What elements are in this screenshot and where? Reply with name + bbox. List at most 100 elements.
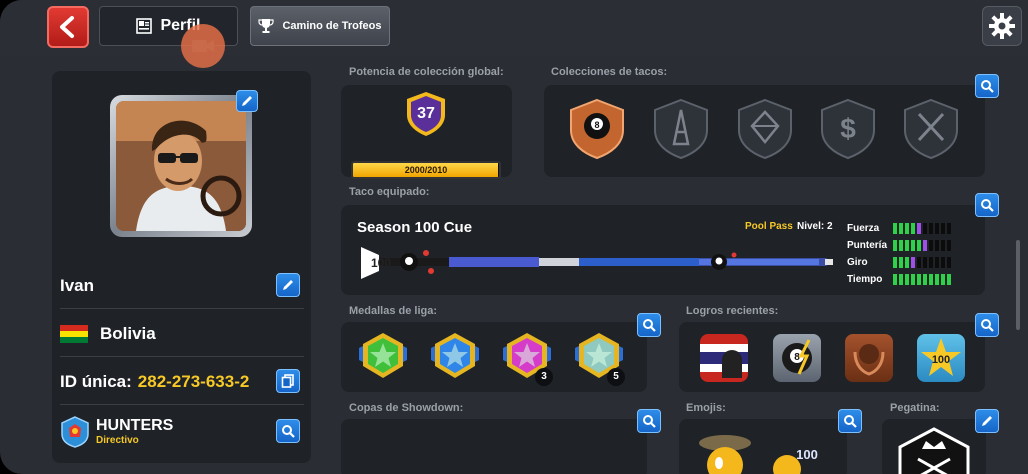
cue-collections-label: Colecciones de tacos: (551, 66, 668, 78)
back-button[interactable] (47, 6, 89, 48)
emojis-search-button[interactable] (838, 409, 862, 433)
cue-image: 100 (361, 247, 833, 279)
cue-stat-label: Giro (847, 257, 868, 268)
copy-icon (281, 374, 294, 388)
cue-stat-segment (923, 240, 927, 251)
profile-screen: Perfil Camino de Trofeos Ivan Bolivia ID… (0, 0, 1028, 474)
collection-power-label: Potencia de colección global: (349, 66, 504, 78)
showdown-card (341, 419, 647, 474)
cue-stat-segment (905, 223, 909, 234)
chevron-left-icon (60, 16, 74, 38)
search-icon (643, 415, 656, 428)
eiffel-shield-icon[interactable] (652, 98, 710, 160)
cue-stat-segment (917, 223, 921, 234)
avatar-frame (110, 95, 252, 237)
edit-name-button[interactable] (276, 273, 300, 297)
svg-text:8: 8 (594, 120, 599, 130)
cue-stat-segment (893, 274, 897, 285)
showdown-label: Copas de Showdown: (349, 402, 464, 414)
showdown-search-button[interactable] (637, 409, 661, 433)
club-row: HUNTERS Directivo (60, 407, 304, 457)
thailand-achievement-icon[interactable] (700, 334, 748, 382)
search-icon (844, 415, 857, 428)
cue-stat-bars (893, 223, 951, 234)
scrollbar[interactable] (1016, 240, 1020, 330)
bolivia-flag-icon (60, 324, 88, 343)
cue-stat-segment (941, 274, 945, 285)
league-medal-icon[interactable] (357, 330, 409, 382)
recent-achievements-search-button[interactable] (975, 313, 999, 337)
cue-stat-segment (905, 257, 909, 268)
crown-sticker-icon[interactable] (898, 427, 970, 474)
country-row: Bolivia (60, 311, 304, 357)
sticker-card (882, 419, 986, 474)
bronze-trophy-achievement-icon[interactable] (845, 334, 893, 382)
cue-stat-segment (917, 257, 921, 268)
medal-count: 3 (535, 368, 553, 386)
cue-stat-segment (935, 240, 939, 251)
cowboy-emoji-icon[interactable] (697, 429, 753, 474)
screen-record-indicator[interactable] (181, 24, 225, 68)
search-icon (981, 199, 994, 212)
cue-stat-segment (929, 223, 933, 234)
cue-collections-search-button[interactable] (975, 74, 999, 98)
emojis-label: Emojis: (686, 402, 726, 414)
edit-avatar-button[interactable] (236, 90, 258, 112)
club-search-button[interactable] (276, 419, 300, 443)
league-medals-search-button[interactable] (637, 313, 661, 337)
cue-stat-segment (893, 223, 897, 234)
trophy-icon (258, 19, 275, 33)
dollar-shield-icon[interactable]: $ (819, 98, 877, 160)
swords-shield-icon[interactable] (902, 98, 960, 160)
cue-stat-segment (929, 257, 933, 268)
settings-button[interactable] (982, 6, 1022, 46)
name-row: Ivan (60, 263, 304, 309)
club-name: HUNTERS (96, 417, 174, 434)
cue-stat-segment (941, 257, 945, 268)
cue-stat-segment (899, 274, 903, 285)
equipped-cue-card: Season 100 Cue Pool Pass Nivel: 2 100 Fu… (341, 205, 985, 295)
league-medal-icon[interactable] (429, 330, 481, 382)
cue-stat-segment (905, 240, 909, 251)
cue-stat-segment (893, 240, 897, 251)
8-ball-shield-icon[interactable]: 8 (568, 98, 626, 160)
search-icon (643, 319, 656, 332)
eight-ball-lightning-achievement-icon[interactable]: 8 (773, 334, 821, 382)
search-icon (981, 319, 994, 332)
diamond-shield-icon[interactable] (736, 98, 794, 160)
cue-stat-segment (941, 240, 945, 251)
club-info: HUNTERS Directivo (96, 417, 173, 447)
cue-stat-segment (929, 240, 933, 251)
cue-stat-segment (947, 274, 951, 285)
cue-stat-label: Fuerza (847, 223, 880, 234)
ball-100-emoji-icon[interactable]: 100 (769, 445, 825, 474)
id-row: ID única: 282-273-633-2 (60, 359, 304, 405)
pencil-icon (283, 280, 293, 290)
cue-name: Season 100 Cue (357, 219, 473, 236)
cue-collections-card: 8 $ (544, 85, 985, 177)
cue-stat-segment (911, 274, 915, 285)
svg-text:100: 100 (371, 256, 391, 270)
equipped-cue-search-button[interactable] (975, 193, 999, 217)
cue-stat-segment (929, 274, 933, 285)
league-medals-label: Medallas de liga: (349, 305, 438, 317)
tab-camino-de-trofeos[interactable]: Camino de Trofeos (250, 6, 390, 46)
country-name: Bolivia (100, 323, 156, 343)
star-100-achievement-icon[interactable]: 100 (917, 334, 965, 382)
search-icon (981, 80, 994, 93)
cue-stat-label: Puntería (847, 240, 888, 251)
sticker-edit-button[interactable] (975, 409, 999, 433)
cue-stat-segment (911, 223, 915, 234)
avatar[interactable] (116, 101, 246, 231)
laurel-icon (853, 344, 885, 376)
cue-stat-segment (923, 274, 927, 285)
eight-ball-icon: 8 (782, 339, 812, 375)
cue-stat-segment (941, 223, 945, 234)
copy-id-button[interactable] (276, 369, 300, 393)
profile-panel: Ivan Bolivia ID única: 282-273-633-2 HUN… (52, 71, 311, 463)
cue-stat-segment (917, 240, 921, 251)
cue-stat-segment (935, 223, 939, 234)
league-medals-card: 35 (341, 322, 647, 392)
search-icon (282, 425, 295, 438)
svg-text:100: 100 (796, 447, 818, 462)
